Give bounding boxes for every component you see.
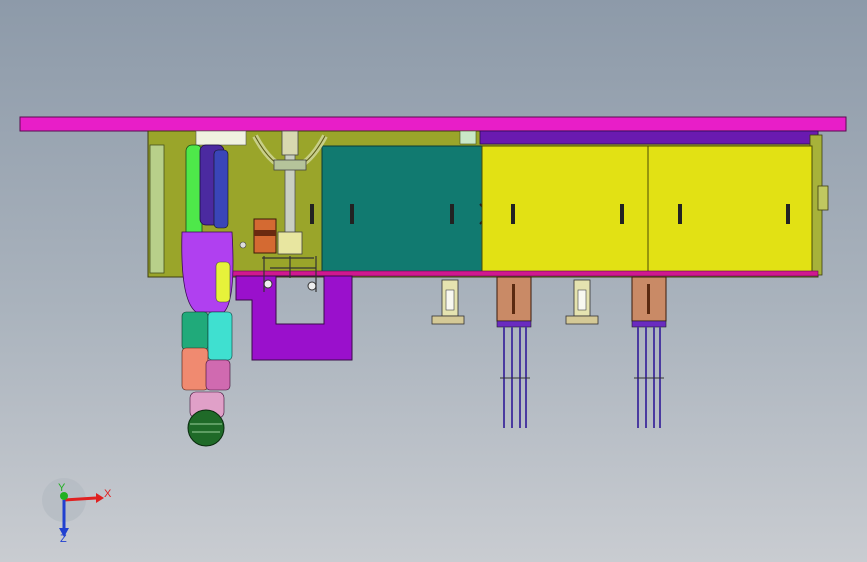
coordinate-triad: X Y Z xyxy=(42,478,112,545)
helmet xyxy=(187,409,225,447)
x-axis-label: X xyxy=(104,488,112,500)
purple-base xyxy=(235,275,353,361)
top-plate xyxy=(19,116,847,132)
cylinder-unit-1 xyxy=(431,279,465,325)
yellow-cabinet-right xyxy=(647,145,813,273)
clamp-unit-1 xyxy=(496,276,532,428)
y-axis-label: Y xyxy=(58,482,66,494)
cad-viewport[interactable]: X Y Z xyxy=(0,0,867,562)
yellow-cabinet-left xyxy=(481,145,649,273)
clamp-unit-2 xyxy=(631,276,667,428)
z-axis-label: Z xyxy=(60,533,67,545)
teal-cabinet xyxy=(310,145,486,273)
cylinder-unit-2 xyxy=(565,279,599,325)
bottom-rail xyxy=(229,270,819,277)
